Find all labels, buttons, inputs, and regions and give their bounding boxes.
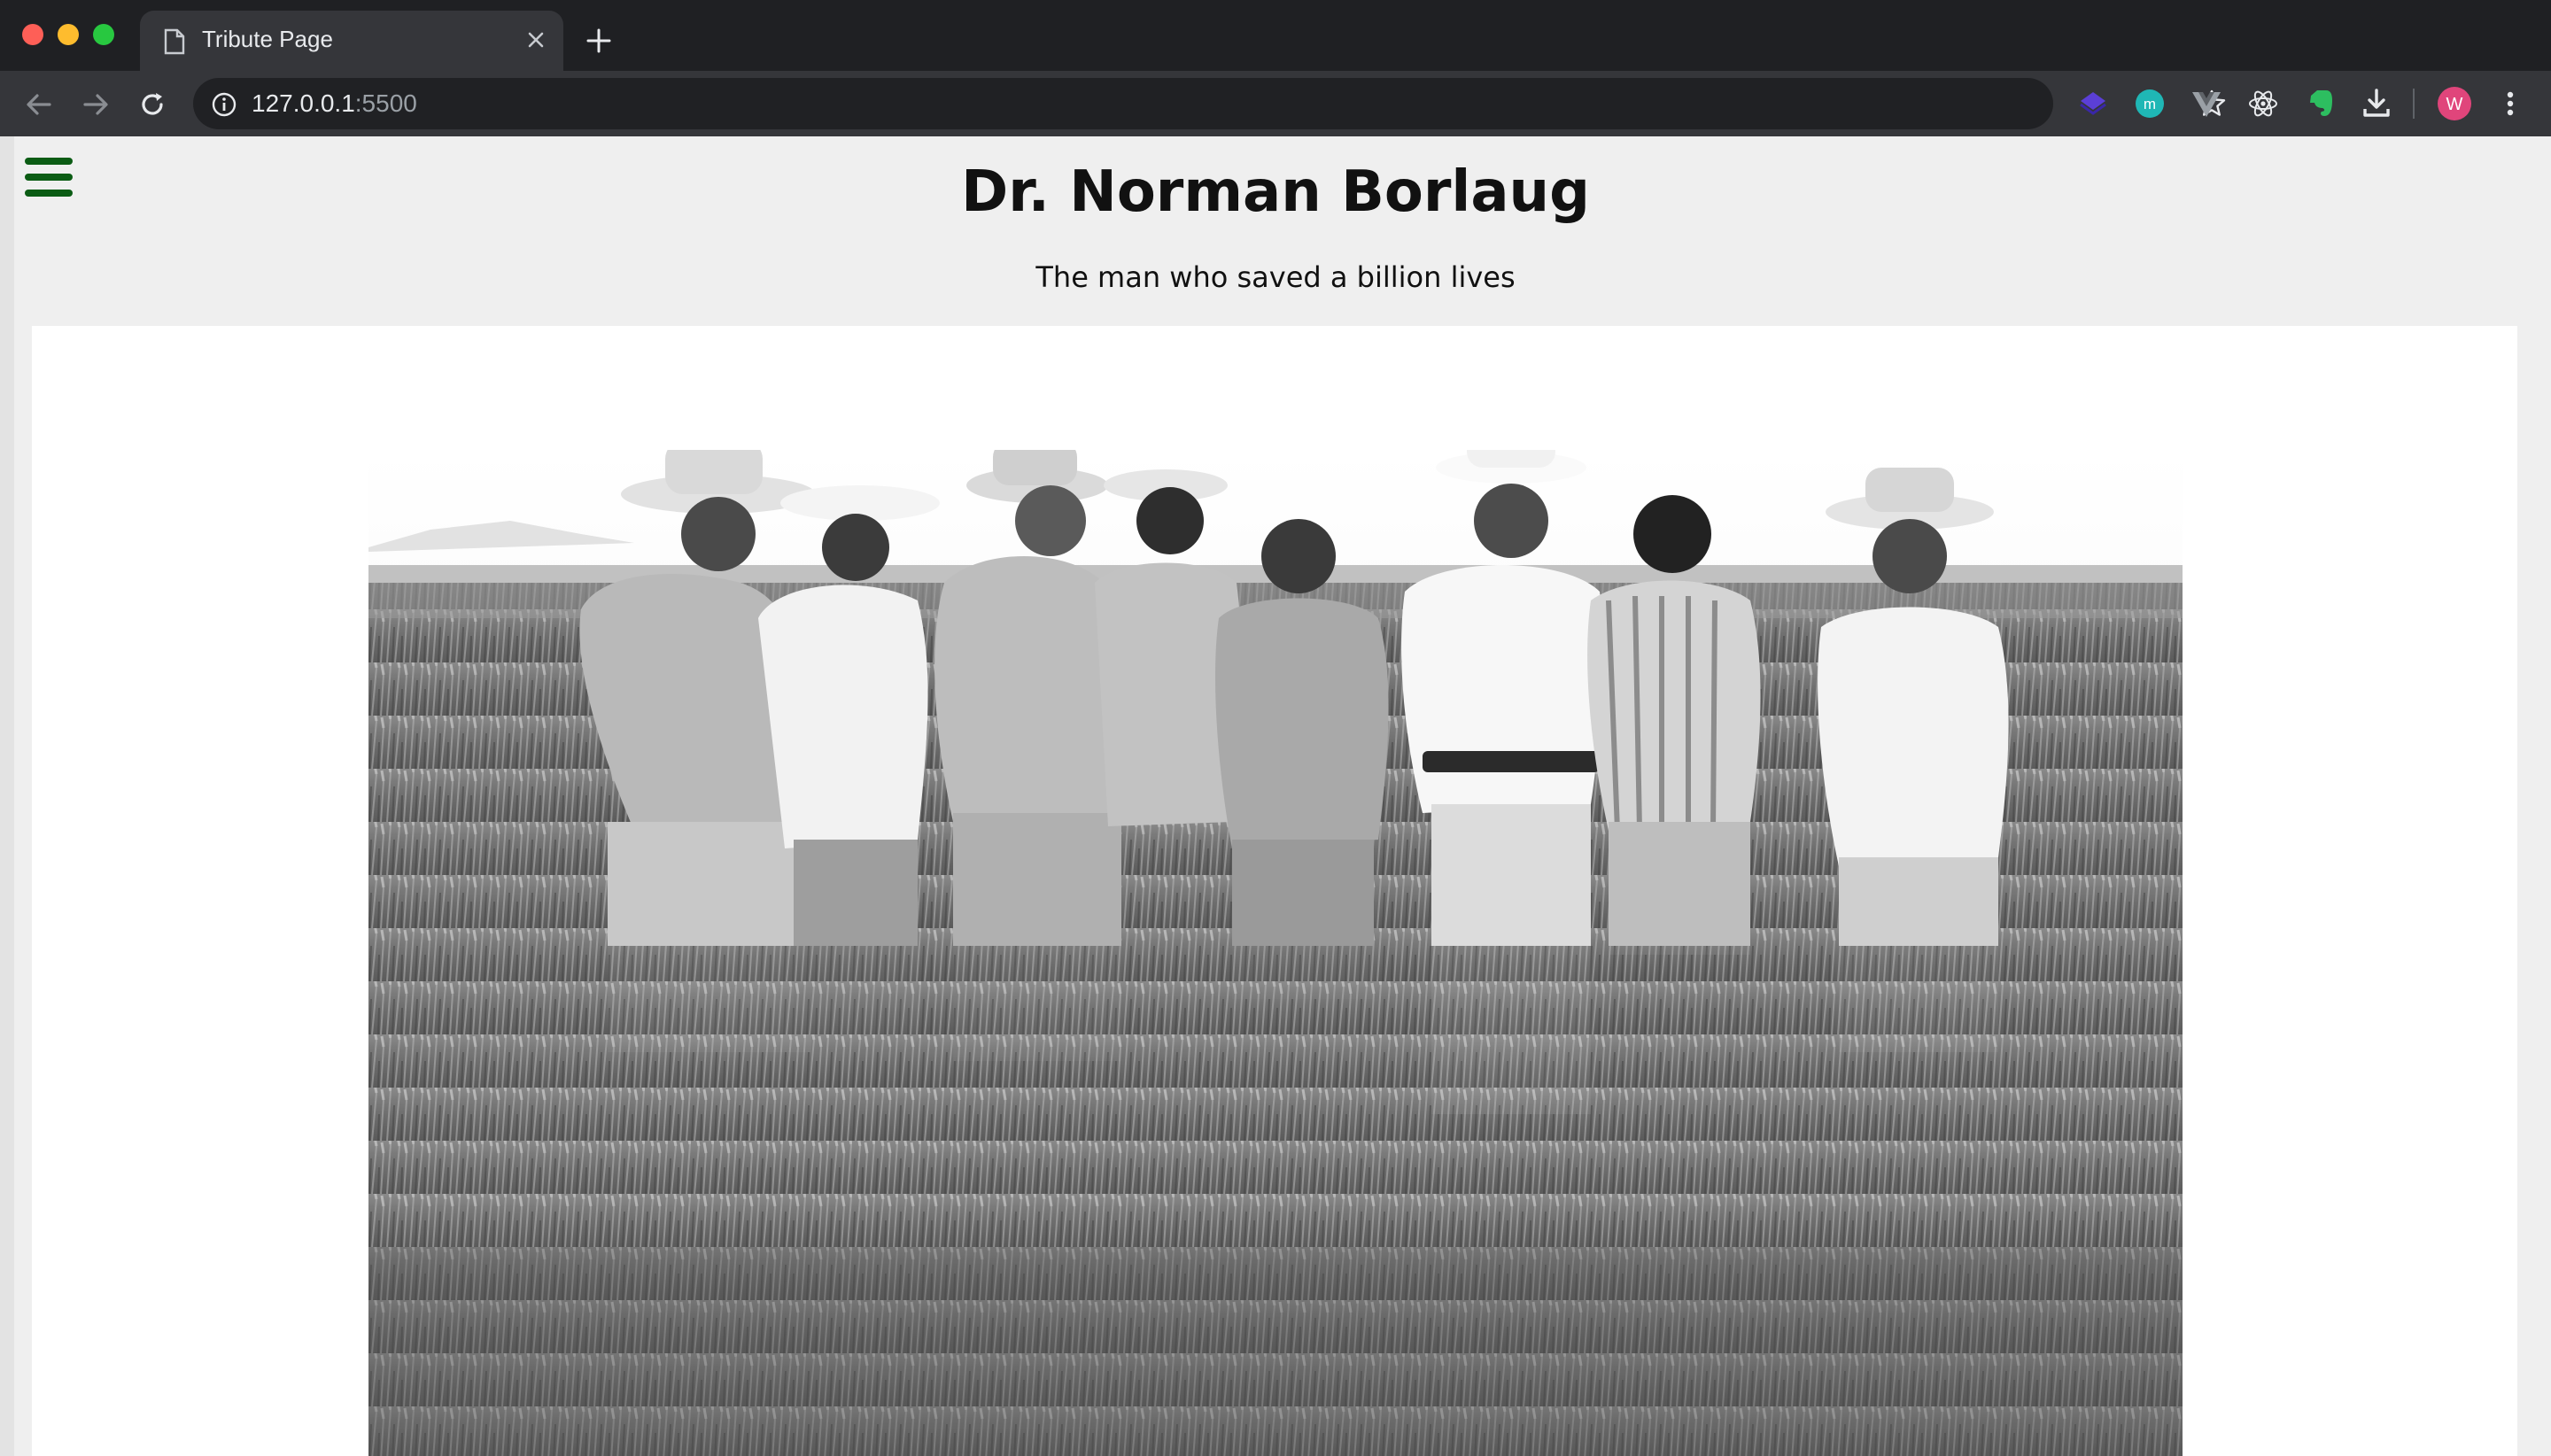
vue-extension-icon[interactable]	[2188, 85, 2225, 122]
browser-tab-active[interactable]: Tribute Page	[140, 11, 563, 71]
react-extension-icon[interactable]	[2245, 85, 2282, 122]
url-text: 127.0.0.1:5500	[252, 89, 417, 118]
profile-avatar[interactable]: W	[2436, 85, 2473, 122]
forward-arrow-icon[interactable]	[80, 89, 112, 120]
back-arrow-icon[interactable]	[23, 89, 55, 120]
tab-title: Tribute Page	[202, 26, 333, 52]
image-card	[32, 326, 2517, 1456]
info-icon[interactable]	[211, 91, 237, 118]
browser-title-bar: Tribute Page	[0, 0, 2551, 71]
address-bar[interactable]: 127.0.0.1:5500	[193, 78, 2226, 129]
new-tab-icon[interactable]	[585, 27, 613, 55]
page-title: Dr. Norman Borlaug	[961, 159, 1590, 225]
borlaug-field-photo	[368, 450, 2183, 1456]
download-icon[interactable]	[2358, 85, 2395, 122]
minimize-window-button[interactable]	[58, 24, 79, 45]
page-viewport: Dr. Norman Borlaug The man who saved a b…	[0, 136, 2551, 1456]
maximize-window-button[interactable]	[93, 24, 114, 45]
document-icon	[164, 28, 185, 55]
layers-extension-icon[interactable]	[2074, 85, 2112, 122]
page-subtitle: The man who saved a billion lives	[1035, 260, 1516, 294]
reload-icon[interactable]	[136, 89, 168, 120]
toolbar-divider	[2413, 89, 2415, 119]
browser-toolbar: 127.0.0.1:5500 m W	[0, 71, 2551, 136]
svg-text:W: W	[2446, 95, 2463, 114]
close-window-button[interactable]	[22, 24, 43, 45]
url-host: 127.0.0.1	[252, 89, 355, 117]
close-tab-icon[interactable]	[523, 27, 549, 53]
page-left-edge	[0, 136, 14, 1456]
evernote-extension-icon[interactable]	[2301, 85, 2338, 122]
chrome-menu-icon[interactable]	[2494, 85, 2526, 122]
url-port: :5500	[354, 89, 417, 117]
m-extension-icon[interactable]: m	[2131, 85, 2168, 122]
svg-text:m: m	[2144, 96, 2156, 112]
